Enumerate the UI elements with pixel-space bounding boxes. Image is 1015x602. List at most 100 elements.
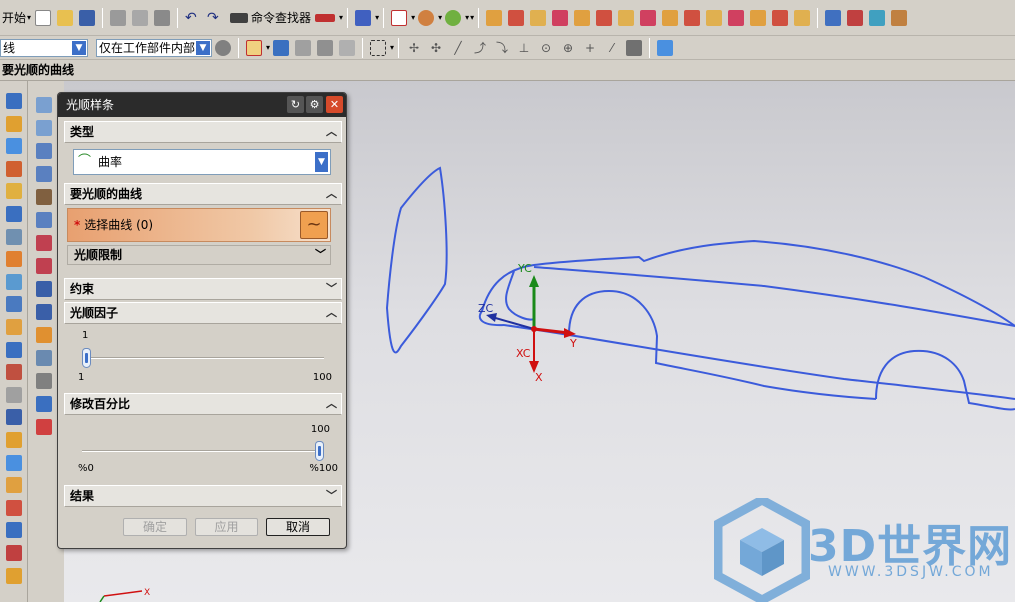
resource-tool-icon[interactable] bbox=[6, 454, 22, 471]
surface-tool-icon[interactable] bbox=[36, 396, 52, 412]
smooth-limit-subsection[interactable]: 光顺限制 ﹀ bbox=[67, 245, 331, 265]
face-select-icon[interactable] bbox=[295, 39, 312, 56]
view-top-icon[interactable] bbox=[508, 9, 525, 26]
chevron-up-icon[interactable]: ︿ bbox=[326, 184, 337, 204]
curve-rocker[interactable] bbox=[503, 324, 1015, 400]
percent-slider-thumb[interactable] bbox=[315, 441, 324, 461]
factor-slider-track[interactable] bbox=[82, 357, 324, 359]
chevron-up-icon[interactable]: ︿ bbox=[326, 394, 337, 414]
resource-tool-icon[interactable] bbox=[6, 115, 22, 132]
rectangle-select-icon[interactable] bbox=[370, 39, 387, 56]
chevron-down-icon[interactable]: ▾ bbox=[438, 13, 442, 22]
resource-tool-icon[interactable] bbox=[6, 477, 22, 494]
resource-tool-icon[interactable] bbox=[6, 319, 22, 335]
scope-combo[interactable]: 仅在工作部件内部 ▼ bbox=[96, 38, 212, 57]
curve-windshield[interactable] bbox=[385, 166, 448, 354]
snap-quadrant-icon[interactable]: ⊕ bbox=[560, 40, 576, 56]
body-select-icon[interactable] bbox=[339, 39, 356, 56]
view-zoom-icon[interactable] bbox=[728, 9, 745, 26]
resource-tool-icon[interactable] bbox=[6, 522, 22, 539]
surface-tool-icon[interactable] bbox=[36, 304, 52, 320]
resource-tool-icon[interactable] bbox=[6, 206, 22, 222]
chevron-down-icon[interactable]: ▾ bbox=[411, 13, 415, 22]
gear-icon[interactable]: ⚙ bbox=[306, 96, 323, 113]
chevron-down-icon[interactable]: ▾ bbox=[465, 13, 469, 22]
curve-front-wheel-arch[interactable] bbox=[568, 289, 877, 400]
sphere-icon[interactable] bbox=[445, 9, 462, 26]
resource-tool-icon[interactable] bbox=[6, 545, 22, 561]
snap-curve-icon[interactable]: ⤵ bbox=[494, 40, 510, 56]
chevron-down-icon[interactable]: ▼ bbox=[195, 39, 211, 56]
view-section-icon[interactable] bbox=[662, 9, 679, 26]
view-orient-icon[interactable] bbox=[794, 9, 811, 26]
curve-car-body[interactable] bbox=[481, 239, 1015, 327]
view-front-icon[interactable] bbox=[486, 9, 503, 26]
chevron-down-icon[interactable]: ▾ bbox=[266, 43, 270, 52]
surface-tool-icon[interactable] bbox=[36, 143, 52, 159]
open-folder-icon[interactable] bbox=[57, 9, 74, 26]
snap-grid-icon[interactable] bbox=[391, 9, 408, 26]
snap-perpendicular-icon[interactable]: ⊥ bbox=[516, 40, 532, 56]
snap-face-icon[interactable] bbox=[626, 39, 643, 56]
selection-filter-icon[interactable] bbox=[355, 9, 372, 26]
chevron-down-icon[interactable]: ﹀ bbox=[326, 486, 337, 506]
command-finder-button[interactable]: 命令查找器 bbox=[227, 7, 311, 29]
save-icon[interactable] bbox=[79, 9, 96, 26]
resource-tool-icon[interactable] bbox=[6, 273, 22, 290]
render-style-icon[interactable] bbox=[418, 9, 435, 26]
section-constraint-header[interactable]: 约束 ﹀ bbox=[64, 278, 342, 300]
chevron-down-icon[interactable]: ﹀ bbox=[315, 246, 326, 264]
resource-tool-icon[interactable] bbox=[6, 296, 22, 313]
snap-point-icon[interactable] bbox=[246, 39, 262, 56]
resource-tool-icon[interactable] bbox=[6, 432, 22, 448]
section-type-header[interactable]: 类型 ︿ bbox=[64, 121, 342, 143]
arrow-select-icon[interactable] bbox=[273, 39, 290, 56]
measure-icon[interactable] bbox=[847, 9, 864, 26]
resource-tool-icon[interactable] bbox=[6, 499, 22, 516]
resource-tool-icon[interactable] bbox=[6, 341, 22, 358]
section-result-header[interactable]: 结果 ﹀ bbox=[64, 485, 342, 507]
view-clip-icon[interactable] bbox=[684, 9, 701, 26]
surface-tool-icon[interactable] bbox=[36, 235, 52, 251]
gear-filter-icon[interactable] bbox=[215, 39, 231, 56]
wcs-origin[interactable] bbox=[531, 326, 537, 332]
resource-tool-icon[interactable] bbox=[6, 93, 22, 109]
surface-tool-icon[interactable] bbox=[36, 281, 52, 297]
chevron-up-icon[interactable]: ︿ bbox=[326, 122, 337, 142]
resource-tool-icon[interactable] bbox=[6, 160, 22, 177]
snap-line-icon[interactable]: ╱ bbox=[450, 40, 466, 56]
resource-tool-icon[interactable] bbox=[6, 567, 22, 584]
resource-tool-icon[interactable] bbox=[6, 183, 22, 200]
curve-hood[interactable] bbox=[533, 266, 1015, 327]
chevron-down-icon[interactable]: ▾ bbox=[470, 13, 474, 22]
cut-icon[interactable] bbox=[110, 9, 127, 26]
section-curves-header[interactable]: 要光顺的曲线 ︿ bbox=[64, 183, 342, 205]
chevron-down-icon[interactable]: ▼ bbox=[313, 150, 330, 174]
snap-onpoint-icon[interactable]: ⁄ bbox=[604, 40, 620, 56]
view-bottom-icon[interactable] bbox=[596, 9, 613, 26]
surface-tool-icon[interactable] bbox=[36, 189, 52, 205]
section-factor-header[interactable]: 光顺因子 ︿ bbox=[64, 302, 342, 324]
move-object-icon[interactable] bbox=[315, 13, 336, 22]
chevron-down-icon[interactable]: ▾ bbox=[339, 13, 343, 22]
select-curve-row[interactable]: * 选择曲线 (0) ~ bbox=[67, 208, 331, 242]
view-trimetric-icon[interactable] bbox=[640, 9, 657, 26]
chevron-up-icon[interactable]: ︿ bbox=[326, 303, 337, 323]
view-fit-icon[interactable] bbox=[706, 9, 723, 26]
close-icon[interactable]: ✕ bbox=[326, 96, 343, 113]
redo-icon[interactable]: ↷ bbox=[207, 10, 223, 26]
section-percent-header[interactable]: 修改百分比 ︿ bbox=[64, 393, 342, 415]
surface-tool-icon[interactable] bbox=[36, 258, 52, 274]
resource-tool-icon[interactable] bbox=[6, 409, 22, 426]
view-iso-icon[interactable] bbox=[618, 9, 635, 26]
chevron-down-icon[interactable]: ▾ bbox=[375, 13, 379, 22]
options-icon[interactable] bbox=[891, 9, 908, 26]
surface-tool-icon[interactable] bbox=[36, 97, 52, 113]
resource-tool-icon[interactable] bbox=[6, 364, 22, 381]
curve-rear-wheel-arch[interactable] bbox=[875, 349, 1015, 411]
select-curve-button[interactable]: ~ bbox=[300, 211, 328, 239]
view-back-icon[interactable] bbox=[574, 9, 591, 26]
factor-slider-thumb[interactable] bbox=[82, 348, 91, 368]
snap-tangent-icon[interactable]: ⤴ bbox=[472, 40, 488, 56]
surface-tool-icon[interactable] bbox=[36, 120, 52, 136]
